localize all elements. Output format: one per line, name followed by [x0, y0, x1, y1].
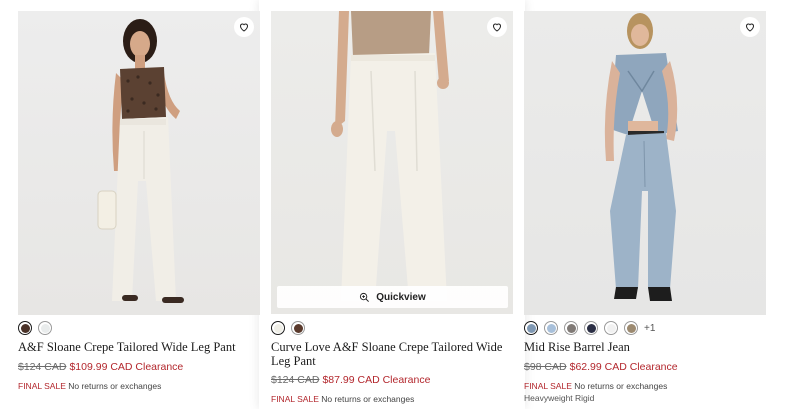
product-card[interactable]: A&F Sloane Crepe Tailored Wide Leg Pant …	[18, 0, 260, 409]
product-price: $98 CAD $62.99 CAD Clearance	[524, 361, 764, 373]
favorite-button[interactable]	[487, 17, 507, 37]
more-colors-count[interactable]: +1	[644, 323, 655, 334]
product-grid: A&F Sloane Crepe Tailored Wide Leg Pant …	[0, 0, 800, 409]
product-name[interactable]: Mid Rise Barrel Jean	[524, 340, 764, 354]
swatch-white[interactable]	[604, 321, 618, 335]
product-fit-subtitle: Heavyweight Rigid	[524, 393, 595, 403]
final-sale-note: FINAL SALE No returns or exchanges	[524, 381, 764, 391]
final-sale-note: FINAL SALE No returns or exchanges	[271, 394, 511, 404]
final-sale-label: FINAL SALE	[524, 381, 572, 391]
swatch-cream[interactable]	[38, 321, 52, 335]
zoom-in-icon	[360, 292, 370, 302]
favorite-button[interactable]	[740, 17, 760, 37]
product-image[interactable]	[524, 11, 766, 315]
swatch-grey-pattern[interactable]	[564, 321, 578, 335]
product-price: $124 CAD $109.99 CAD Clearance	[18, 361, 258, 373]
final-sale-note: FINAL SALE No returns or exchanges	[18, 381, 258, 391]
product-price: $124 CAD $87.99 CAD Clearance	[271, 374, 511, 386]
product-name[interactable]: Curve Love A&F Sloane Crepe Tailored Wid…	[271, 340, 511, 368]
product-image[interactable]: Quickview	[271, 11, 513, 314]
original-price: $124 CAD	[271, 374, 320, 386]
swatch-brown[interactable]	[18, 321, 32, 335]
product-name[interactable]: A&F Sloane Crepe Tailored Wide Leg Pant	[18, 340, 258, 354]
swatch-tan[interactable]	[624, 321, 638, 335]
favorite-button[interactable]	[234, 17, 254, 37]
original-price: $124 CAD	[18, 361, 67, 373]
color-swatches: +1	[524, 321, 655, 335]
swatch-medium-blue[interactable]	[524, 321, 538, 335]
final-sale-detail: No returns or exchanges	[68, 381, 162, 391]
sale-price: $62.99 CAD Clearance	[569, 361, 678, 373]
quickview-label: Quickview	[376, 291, 426, 303]
color-swatches	[18, 321, 52, 335]
final-sale-detail: No returns or exchanges	[321, 394, 415, 404]
heart-outline-icon	[492, 23, 502, 32]
product-image[interactable]	[18, 11, 260, 315]
sale-price: $87.99 CAD Clearance	[322, 374, 431, 386]
model-illustration	[604, 13, 678, 301]
heart-outline-icon	[239, 23, 249, 32]
product-card[interactable]: +1 Mid Rise Barrel Jean $98 CAD $62.99 CA…	[524, 0, 766, 409]
swatch-cream[interactable]	[271, 321, 285, 335]
final-sale-detail: No returns or exchanges	[574, 381, 668, 391]
model-illustration	[331, 11, 449, 301]
swatch-light-blue[interactable]	[544, 321, 558, 335]
final-sale-label: FINAL SALE	[18, 381, 66, 391]
heart-outline-icon	[745, 23, 755, 32]
quickview-button[interactable]: Quickview	[277, 286, 508, 308]
sale-price: $109.99 CAD Clearance	[69, 361, 184, 373]
model-illustration	[97, 19, 184, 303]
swatch-brown[interactable]	[291, 321, 305, 335]
original-price: $98 CAD	[524, 361, 567, 373]
product-card[interactable]: Quickview Curve Love A&F Sloane Crepe Ta…	[271, 0, 513, 409]
swatch-dark-navy[interactable]	[584, 321, 598, 335]
color-swatches	[271, 321, 305, 335]
final-sale-label: FINAL SALE	[271, 394, 319, 404]
